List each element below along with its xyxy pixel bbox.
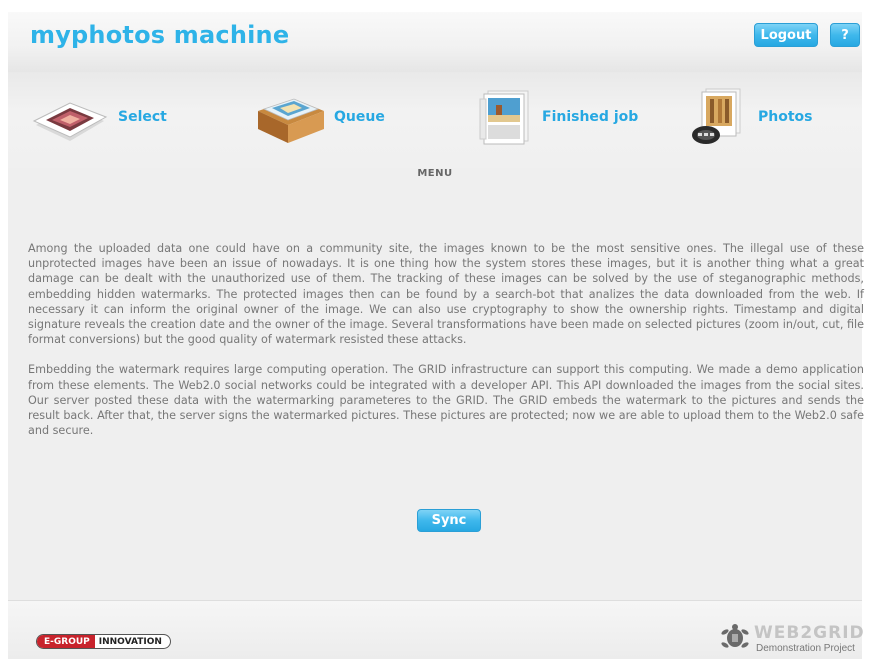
app-title: myphotos machine xyxy=(30,21,290,49)
egroup-logo-left: E-GROUP xyxy=(37,635,95,648)
nav-item-finished-job[interactable]: Finished job xyxy=(474,82,638,152)
web2grid-subtitle: Demonstration Project xyxy=(756,643,855,654)
photo-tray-icon xyxy=(250,85,330,149)
egroup-logo-right: INNOVATION xyxy=(98,636,162,647)
web2grid-title: WEB2GRID xyxy=(754,623,865,643)
description-text: Among the uploaded data one could have o… xyxy=(28,241,864,438)
nav-label-queue: Queue xyxy=(334,109,385,125)
footer: E-GROUP INNOVATION WEB2GRID Demonstratio… xyxy=(8,600,864,659)
nav-label-finished-job: Finished job xyxy=(542,109,639,125)
menu-heading: MENU xyxy=(417,168,453,179)
nav-label-select: Select xyxy=(118,109,167,125)
sync-button[interactable]: Sync xyxy=(417,509,481,532)
web2grid-logo[interactable]: WEB2GRID Demonstration Project xyxy=(714,623,864,657)
header: myphotos machine Logout ? xyxy=(8,12,862,72)
nav-item-select[interactable]: Select xyxy=(30,82,167,152)
turtle-icon xyxy=(721,624,749,648)
paragraph: Among the uploaded data one could have o… xyxy=(28,242,864,347)
nav-item-photos[interactable]: Photos xyxy=(688,82,813,152)
nav-label-photos: Photos xyxy=(758,109,813,125)
paragraph: Embedding the watermark requires large c… xyxy=(28,363,864,438)
help-button[interactable]: ? xyxy=(830,23,860,47)
logout-button[interactable]: Logout xyxy=(754,23,818,47)
nav-item-queue[interactable]: Queue xyxy=(250,82,385,152)
app-frame: myphotos machine Logout ? Select Queue F… xyxy=(8,12,864,659)
film-photos-icon xyxy=(688,85,750,149)
nav-bar: Select Queue Finished job Photos xyxy=(8,72,862,168)
photo-slide-icon xyxy=(30,85,110,149)
egroup-innovation-logo[interactable]: E-GROUP INNOVATION xyxy=(36,634,171,649)
photo-stack-icon xyxy=(474,85,534,149)
